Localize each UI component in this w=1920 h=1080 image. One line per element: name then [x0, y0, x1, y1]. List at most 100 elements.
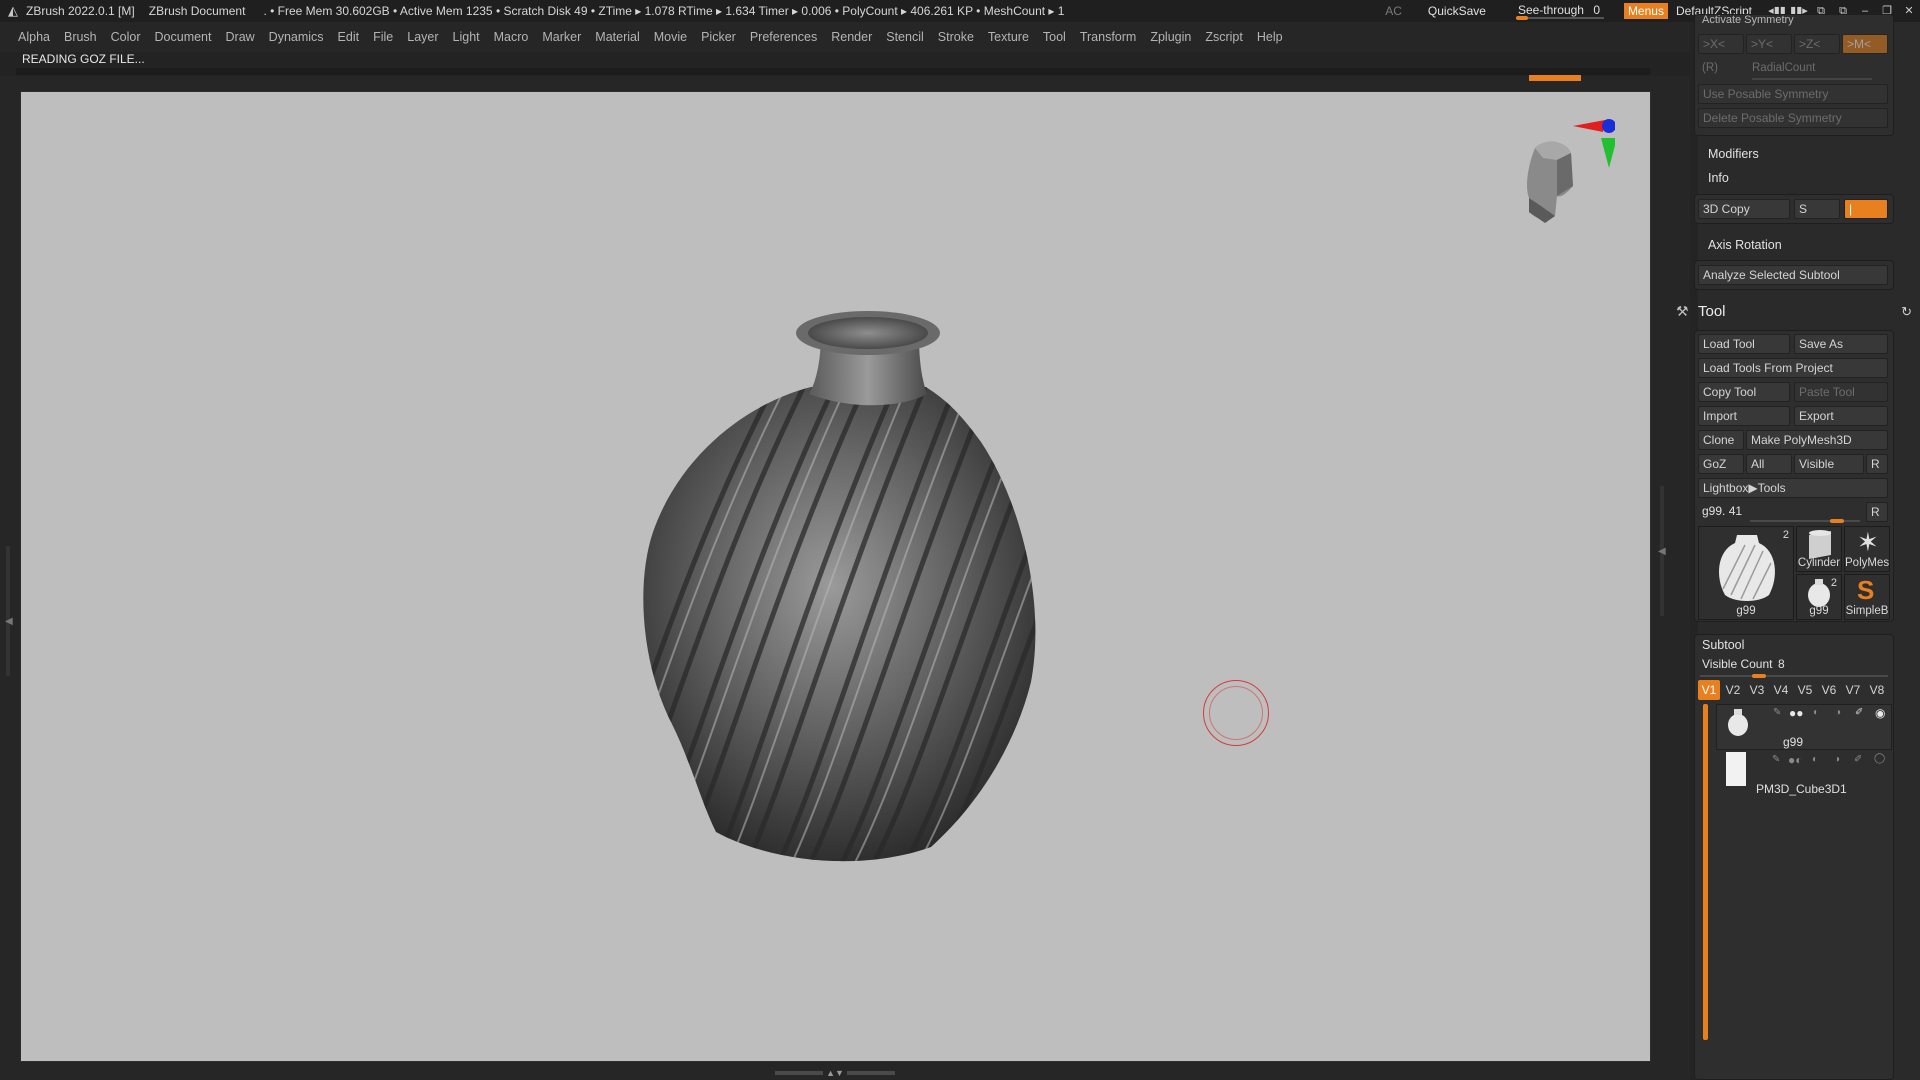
- export-button[interactable]: Export: [1794, 406, 1888, 426]
- menu-brush[interactable]: Brush: [64, 30, 97, 44]
- save-as-button[interactable]: Save As: [1794, 334, 1888, 354]
- menus-toggle[interactable]: Menus: [1623, 3, 1668, 19]
- goz-r-button[interactable]: R: [1866, 454, 1888, 474]
- tool-palette-header[interactable]: ⚒ Tool ↻: [1676, 300, 1920, 326]
- polypaint-toggle-icon[interactable]: ●◐: [1788, 753, 1803, 767]
- current-tool-label[interactable]: g99. 41: [1702, 504, 1742, 518]
- ac-label[interactable]: AC: [1385, 4, 1402, 18]
- delete-posable-symmetry-button[interactable]: Delete Posable Symmetry: [1698, 108, 1888, 128]
- use-posable-symmetry-button[interactable]: Use Posable Symmetry: [1698, 84, 1888, 104]
- menu-alpha[interactable]: Alpha: [18, 30, 50, 44]
- edit-brush-icon[interactable]: ✐: [1854, 754, 1862, 765]
- menu-marker[interactable]: Marker: [542, 30, 581, 44]
- radial-count-label[interactable]: RadialCount: [1752, 62, 1815, 74]
- menu-material[interactable]: Material: [595, 30, 639, 44]
- sym-z-button[interactable]: >Z<: [1794, 34, 1840, 54]
- window-close-icon[interactable]: ✕: [1898, 0, 1920, 22]
- solo-toggle-icon[interactable]: ◐: [1813, 707, 1819, 718]
- sym-y-button[interactable]: >Y<: [1746, 34, 1792, 54]
- menu-dynamics[interactable]: Dynamics: [269, 30, 324, 44]
- menu-color[interactable]: Color: [111, 30, 141, 44]
- vtab-v8[interactable]: V8: [1866, 680, 1888, 700]
- modifiers-section[interactable]: Modifiers: [1708, 147, 1759, 161]
- visible-count-knob[interactable]: [1752, 674, 1766, 678]
- axis-rotation-section[interactable]: Axis Rotation: [1708, 238, 1782, 252]
- load-tools-from-project-button[interactable]: Load Tools From Project: [1698, 358, 1888, 378]
- tool-r-button[interactable]: R: [1866, 502, 1888, 522]
- analyze-selected-subtool-button[interactable]: Analyze Selected Subtool: [1698, 265, 1888, 285]
- vtab-v1[interactable]: V1: [1698, 680, 1720, 700]
- visible-count-label[interactable]: Visible Count: [1702, 657, 1773, 671]
- polypaint-toggle-icon[interactable]: ●●: [1789, 706, 1804, 720]
- tool-thumb-g99-small[interactable]: 2 g99: [1796, 574, 1842, 620]
- eye-icon[interactable]: ◉: [1875, 706, 1885, 720]
- document-canvas[interactable]: [20, 91, 1651, 1062]
- vtab-v7[interactable]: V7: [1842, 680, 1864, 700]
- subtool-section[interactable]: Subtool: [1702, 638, 1744, 652]
- tool-thumb-simplebrush[interactable]: S SimpleB: [1844, 574, 1890, 620]
- subtool-scrollbar[interactable]: [1703, 704, 1708, 1040]
- tool-slider-knob[interactable]: [1830, 519, 1844, 523]
- info-section[interactable]: Info: [1708, 171, 1729, 185]
- subtool-row-pm3d-cube[interactable]: ✎ ●◐ ◐ ◑ ✐ ◯ PM3D_Cube3D1: [1716, 752, 1892, 798]
- visible-count-slider[interactable]: [1700, 675, 1888, 677]
- radial-r-toggle[interactable]: (R): [1702, 62, 1718, 74]
- sym-x-button[interactable]: >X<: [1698, 34, 1744, 54]
- paste-tool-button[interactable]: Paste Tool: [1794, 382, 1888, 402]
- tool-thumb-g99-large[interactable]: 2 g99: [1698, 526, 1794, 620]
- vtab-v3[interactable]: V3: [1746, 680, 1768, 700]
- menu-edit[interactable]: Edit: [338, 30, 360, 44]
- menu-tool[interactable]: Tool: [1043, 30, 1066, 44]
- quicksave-button[interactable]: QuickSave: [1428, 4, 1486, 18]
- visible-count-value[interactable]: 8: [1778, 657, 1785, 671]
- vtab-v6[interactable]: V6: [1818, 680, 1840, 700]
- eye-hidden-icon[interactable]: ◯: [1874, 753, 1885, 764]
- 3d-copy-s-button[interactable]: S: [1794, 199, 1840, 219]
- left-tray-collapsed[interactable]: ◀: [0, 76, 18, 1068]
- 3d-copy-button[interactable]: 3D Copy: [1698, 199, 1790, 219]
- goz-visible-button[interactable]: Visible: [1794, 454, 1864, 474]
- menu-draw[interactable]: Draw: [226, 30, 255, 44]
- menu-zscript[interactable]: Zscript: [1205, 30, 1243, 44]
- menu-transform[interactable]: Transform: [1080, 30, 1137, 44]
- menu-light[interactable]: Light: [453, 30, 480, 44]
- navigation-cube[interactable]: [1495, 108, 1617, 238]
- menu-file[interactable]: File: [373, 30, 393, 44]
- load-tool-button[interactable]: Load Tool: [1698, 334, 1790, 354]
- lightbox-tools-button[interactable]: Lightbox▶Tools: [1698, 478, 1888, 498]
- menu-stroke[interactable]: Stroke: [938, 30, 974, 44]
- goz-all-button[interactable]: All: [1746, 454, 1792, 474]
- sym-m-button[interactable]: >M<: [1842, 34, 1888, 54]
- activate-symmetry-label[interactable]: Activate Symmetry: [1702, 14, 1794, 26]
- 3d-copy-value-field[interactable]: |: [1844, 199, 1888, 219]
- vtab-v2[interactable]: V2: [1722, 680, 1744, 700]
- menu-stencil[interactable]: Stencil: [886, 30, 924, 44]
- menu-preferences[interactable]: Preferences: [750, 30, 817, 44]
- tool-thumb-polymesh[interactable]: ✶ PolyMes: [1844, 526, 1890, 572]
- edit-brush-icon[interactable]: ✐: [1855, 707, 1863, 718]
- left-tray-grip[interactable]: [6, 546, 10, 676]
- subtool-row-g99[interactable]: ✎ ●● ◐ ◑ ✐ ◉ g99: [1716, 704, 1892, 750]
- radial-count-slider[interactable]: [1752, 78, 1872, 80]
- see-through-slider[interactable]: See-through 0: [1512, 2, 1610, 20]
- import-button[interactable]: Import: [1698, 406, 1790, 426]
- vase-model[interactable]: [621, 302, 1121, 882]
- lock-toggle-icon[interactable]: ◑: [1835, 707, 1841, 718]
- menu-macro[interactable]: Macro: [494, 30, 529, 44]
- menu-zplugin[interactable]: Zplugin: [1150, 30, 1191, 44]
- menu-texture[interactable]: Texture: [988, 30, 1029, 44]
- expand-left-icon[interactable]: ◀: [5, 616, 13, 627]
- menu-layer[interactable]: Layer: [407, 30, 438, 44]
- menu-document[interactable]: Document: [155, 30, 212, 44]
- refresh-icon[interactable]: ↻: [1901, 304, 1912, 320]
- copy-tool-button[interactable]: Copy Tool: [1698, 382, 1790, 402]
- bottom-tray-handle[interactable]: ▲▼: [770, 1069, 900, 1078]
- vtab-v5[interactable]: V5: [1794, 680, 1816, 700]
- menu-render[interactable]: Render: [831, 30, 872, 44]
- expand-bottom-icon[interactable]: ▲▼: [826, 1069, 844, 1078]
- goz-button[interactable]: GoZ: [1698, 454, 1744, 474]
- menu-picker[interactable]: Picker: [701, 30, 736, 44]
- clone-button[interactable]: Clone: [1698, 430, 1744, 450]
- right-tray-gutter[interactable]: ◀: [1652, 76, 1690, 1068]
- make-polymesh3d-button[interactable]: Make PolyMesh3D: [1746, 430, 1888, 450]
